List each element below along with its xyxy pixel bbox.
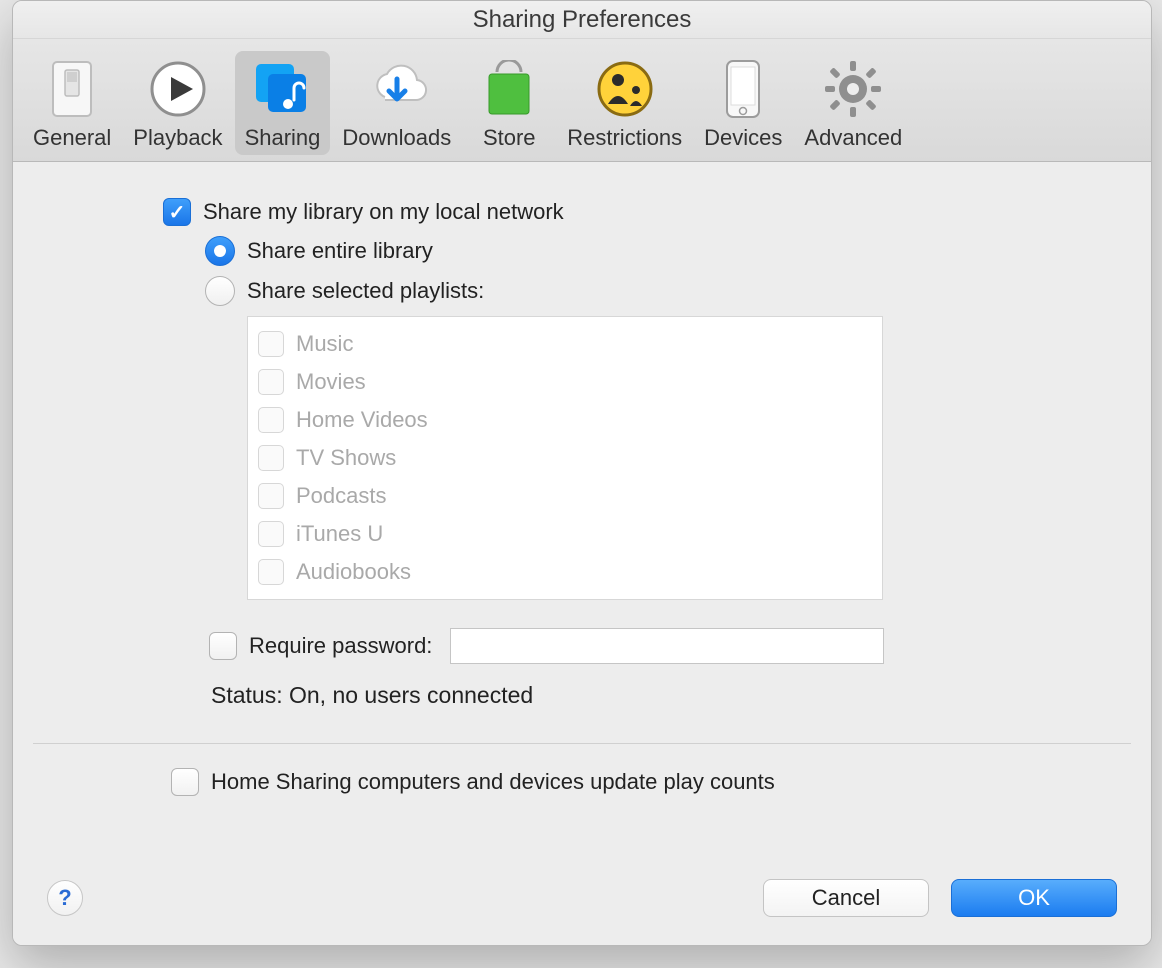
devices-icon bbox=[711, 57, 775, 121]
require-password-label: Require password: bbox=[249, 633, 432, 659]
sharing-status: Status: On, no users connected bbox=[211, 682, 1111, 709]
ok-button[interactable]: OK bbox=[951, 879, 1117, 917]
playlist-label: Music bbox=[296, 331, 353, 357]
list-item: TV Shows bbox=[258, 439, 872, 477]
playlist-checkbox-audiobooks bbox=[258, 559, 284, 585]
tab-label: Sharing bbox=[245, 125, 321, 151]
share-library-label: Share my library on my local network bbox=[203, 199, 564, 225]
sharing-pane: Share my library on my local network Sha… bbox=[13, 162, 1151, 945]
preferences-dialog: Sharing Preferences General Playback bbox=[12, 0, 1152, 946]
list-item: Movies bbox=[258, 363, 872, 401]
playlist-checkbox-itunes-u bbox=[258, 521, 284, 547]
list-item: Audiobooks bbox=[258, 553, 872, 591]
tab-label: Playback bbox=[133, 125, 222, 151]
tab-label: Advanced bbox=[804, 125, 902, 151]
list-item: iTunes U bbox=[258, 515, 872, 553]
playlist-checkbox-movies bbox=[258, 369, 284, 395]
playlist-checkbox-home-videos bbox=[258, 407, 284, 433]
playlist-label: iTunes U bbox=[296, 521, 383, 547]
tab-label: General bbox=[33, 125, 111, 151]
tab-playback[interactable]: Playback bbox=[123, 51, 232, 155]
share-selected-label: Share selected playlists: bbox=[247, 278, 484, 304]
tab-label: Store bbox=[483, 125, 536, 151]
help-button[interactable]: ? bbox=[47, 880, 83, 916]
cancel-label: Cancel bbox=[812, 885, 880, 911]
tab-sharing[interactable]: Sharing bbox=[235, 51, 331, 155]
password-field[interactable] bbox=[450, 628, 884, 664]
tab-downloads[interactable]: Downloads bbox=[332, 51, 461, 155]
window-title: Sharing Preferences bbox=[13, 1, 1151, 39]
divider bbox=[33, 743, 1131, 744]
sharing-icon bbox=[250, 57, 314, 121]
play-icon bbox=[146, 57, 210, 121]
tab-label: Devices bbox=[704, 125, 782, 151]
preferences-toolbar: General Playback Sharing bbox=[13, 39, 1151, 162]
playlist-label: TV Shows bbox=[296, 445, 396, 471]
require-password-checkbox[interactable] bbox=[209, 632, 237, 660]
ok-label: OK bbox=[1018, 885, 1050, 911]
playlist-checkbox-tv-shows bbox=[258, 445, 284, 471]
playlist-checkbox-music bbox=[258, 331, 284, 357]
share-entire-radio[interactable] bbox=[205, 236, 235, 266]
playlist-checkbox-podcasts bbox=[258, 483, 284, 509]
share-library-checkbox[interactable] bbox=[163, 198, 191, 226]
dialog-footer: ? Cancel OK bbox=[13, 867, 1151, 945]
tab-label: Restrictions bbox=[567, 125, 682, 151]
cancel-button[interactable]: Cancel bbox=[763, 879, 929, 917]
playlist-label: Podcasts bbox=[296, 483, 387, 509]
share-selected-radio[interactable] bbox=[205, 276, 235, 306]
gear-icon bbox=[821, 57, 885, 121]
tab-restrictions[interactable]: Restrictions bbox=[557, 51, 692, 155]
store-icon bbox=[477, 57, 541, 121]
home-sharing-checkbox[interactable] bbox=[171, 768, 199, 796]
general-icon bbox=[40, 57, 104, 121]
tab-store[interactable]: Store bbox=[463, 51, 555, 155]
home-sharing-label: Home Sharing computers and devices updat… bbox=[211, 769, 775, 795]
restrictions-icon bbox=[593, 57, 657, 121]
tab-devices[interactable]: Devices bbox=[694, 51, 792, 155]
playlist-label: Audiobooks bbox=[296, 559, 411, 585]
list-item: Home Videos bbox=[258, 401, 872, 439]
list-item: Podcasts bbox=[258, 477, 872, 515]
share-entire-label: Share entire library bbox=[247, 238, 433, 264]
list-item: Music bbox=[258, 325, 872, 363]
playlist-label: Movies bbox=[296, 369, 366, 395]
playlist-label: Home Videos bbox=[296, 407, 428, 433]
cloud-download-icon bbox=[365, 57, 429, 121]
help-icon: ? bbox=[58, 885, 71, 911]
playlist-listbox: Music Movies Home Videos TV Shows Podcas… bbox=[247, 316, 883, 600]
tab-label: Downloads bbox=[342, 125, 451, 151]
tab-general[interactable]: General bbox=[23, 51, 121, 155]
tab-advanced[interactable]: Advanced bbox=[794, 51, 912, 155]
